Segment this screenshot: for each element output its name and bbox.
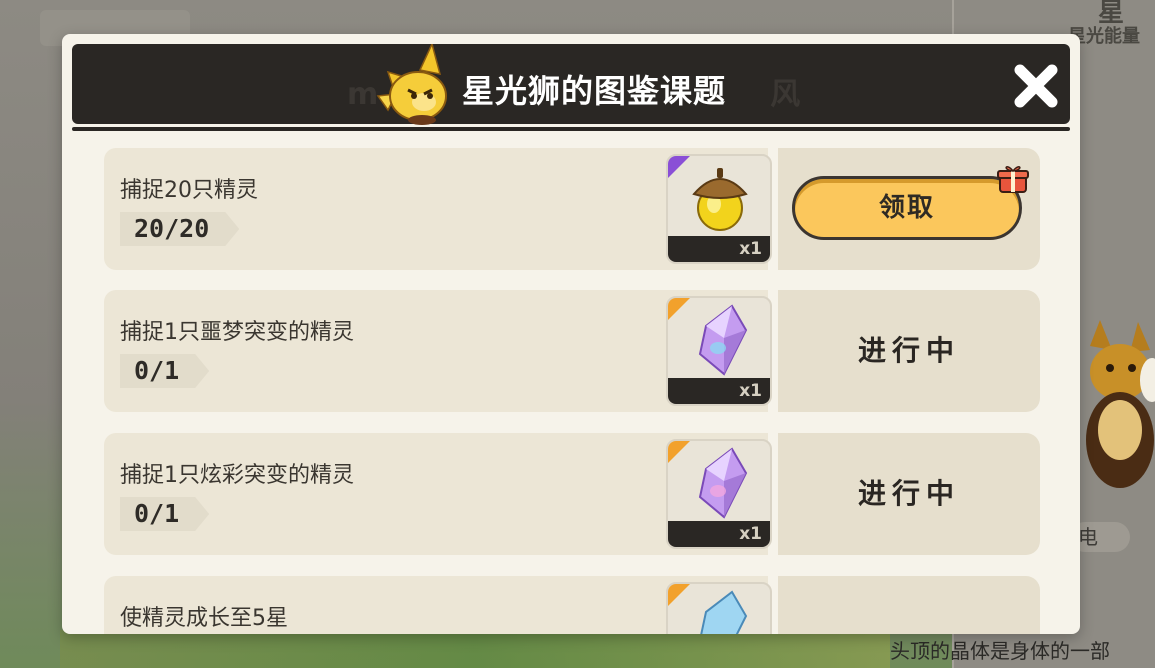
quest-row: 捕捉1只噩梦突变的精灵 0/1 x1 进行中	[104, 290, 1040, 412]
quest-row: 捕捉20只精灵 20/20 x1 领取	[104, 148, 1040, 270]
reward-item[interactable]: x1	[666, 296, 772, 406]
in-progress-status: 进行中	[857, 334, 960, 367]
close-button[interactable]	[1012, 62, 1060, 110]
acorn-icon	[692, 168, 748, 231]
quest-list[interactable]: 捕捉20只精灵 20/20 x1 领取 捕捉1只噩梦突变的精灵 0/1 x1 进…	[104, 148, 1040, 634]
modal-header: m风 星光狮的图鉴课题	[72, 44, 1070, 125]
in-progress-status: 进行中	[857, 477, 960, 510]
reward-quantity: x1	[739, 381, 762, 401]
quest-title: 捕捉1只噩梦突变的精灵	[120, 320, 354, 345]
quest-progress: 0/1	[120, 497, 209, 531]
quest-progress: 0/1	[120, 354, 209, 388]
quest-action	[778, 576, 1040, 634]
claim-button[interactable]: 领取	[792, 176, 1022, 240]
crystal-icon	[698, 304, 748, 376]
reward-quantity: x1	[739, 524, 762, 544]
quest-row: 捕捉1只炫彩突变的精灵 0/1 x1 进行中	[104, 433, 1040, 555]
quest-title: 使精灵成长至5星	[120, 606, 288, 631]
reward-item[interactable]	[666, 582, 772, 634]
quest-action: 进行中	[778, 433, 1040, 555]
quest-title: 捕捉20只精灵	[120, 178, 258, 203]
reward-quantity: x1	[739, 239, 762, 259]
gift-icon	[997, 166, 1029, 193]
crystal-icon	[700, 590, 748, 634]
quest-modal: m风 星光狮的图鉴课题 捕捉20只精灵 20/20 x1 领取 捕捉1只噩梦突变…	[62, 34, 1080, 634]
starlight-lion-creature-image	[1086, 320, 1155, 488]
quest-action: 进行中	[778, 290, 1040, 412]
reward-item[interactable]: x1	[666, 154, 772, 264]
header-divider	[72, 127, 1070, 131]
starlight-lion-icon	[376, 44, 447, 125]
quest-action: 领取	[778, 148, 1040, 270]
modal-title: 星光狮的图鉴课题	[462, 72, 727, 110]
claim-label: 领取	[878, 193, 935, 223]
background-description: 头顶的晶体是身体的一部	[890, 639, 1110, 663]
quest-progress: 20/20	[120, 212, 239, 246]
background-grass	[60, 630, 890, 668]
quest-title: 捕捉1只炫彩突变的精灵	[120, 463, 354, 488]
reward-item[interactable]: x1	[666, 439, 772, 549]
quest-row: 使精灵成长至5星	[104, 576, 1040, 634]
crystal-icon	[698, 447, 748, 519]
